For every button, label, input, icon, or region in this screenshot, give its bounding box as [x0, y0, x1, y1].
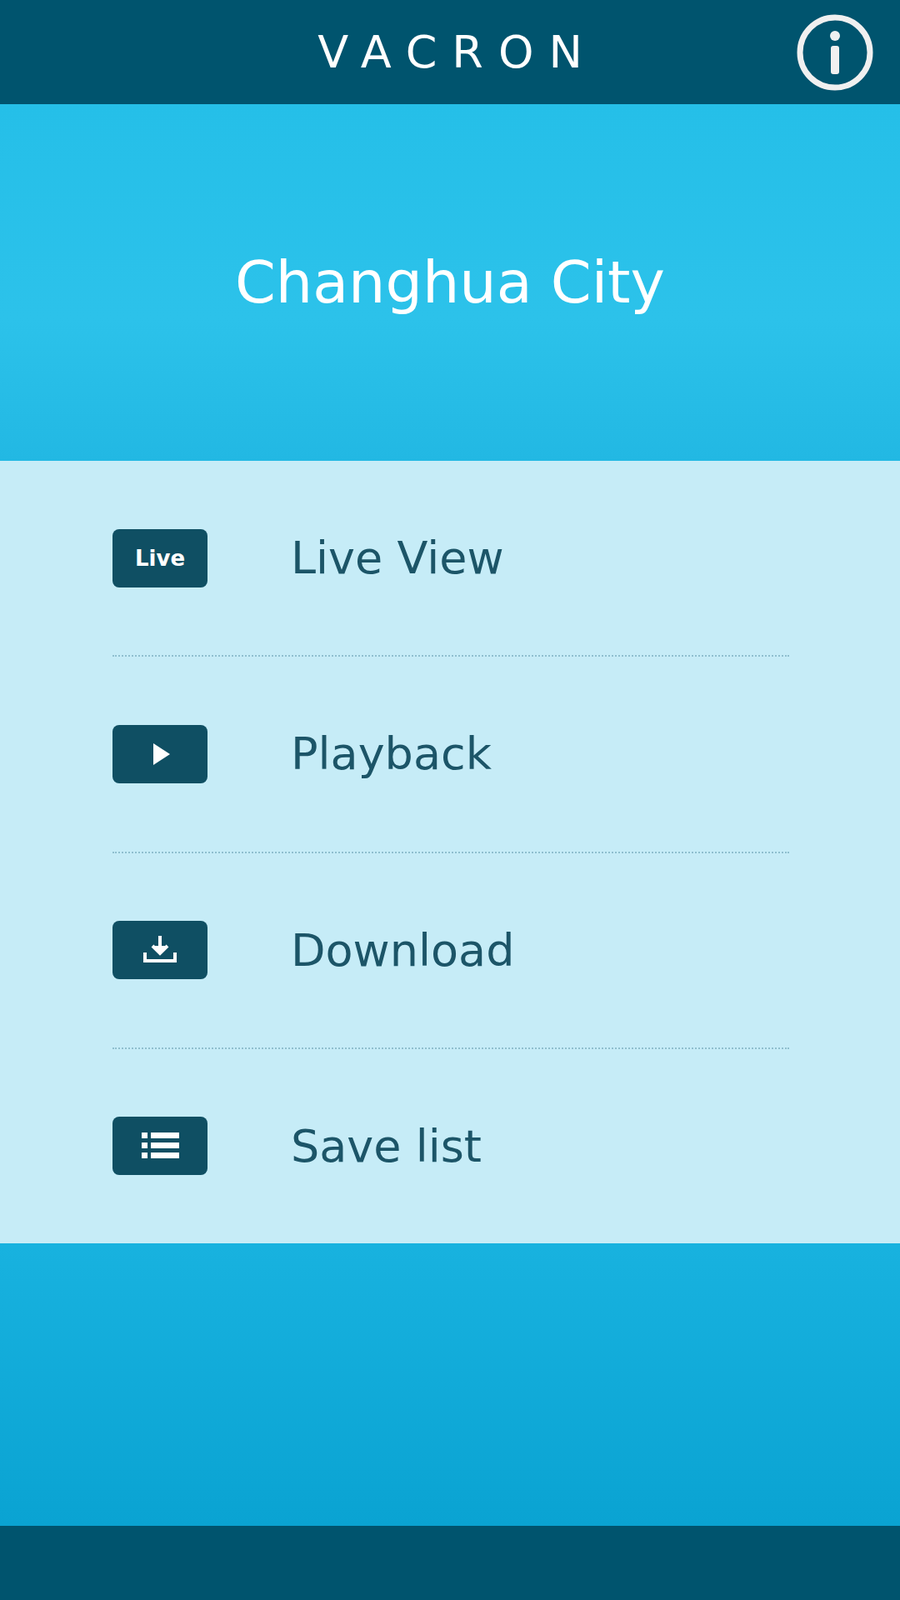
menu-label: Playback	[290, 727, 492, 780]
site-title: Changhua City	[218, 248, 682, 317]
download-icon	[112, 920, 208, 980]
menu-label: Save list	[290, 1120, 482, 1173]
footer-bar	[0, 1525, 900, 1600]
header-bar: VACRON	[0, 0, 900, 105]
hero-banner: Changhua City	[0, 104, 900, 461]
background-area	[0, 1243, 900, 1526]
live-icon: Live	[112, 529, 208, 588]
vacron-logo: VACRON	[302, 30, 598, 75]
list-icon	[112, 1116, 208, 1175]
info-icon	[795, 12, 875, 93]
app-screen: VACRON Changhua City Live Live View Playback…	[0, 0, 900, 1600]
menu-label: Live View	[290, 531, 505, 585]
menu-panel: Live Live View Playback Download Save list	[0, 460, 900, 1244]
menu-label: Download	[290, 924, 515, 977]
play-icon	[112, 725, 208, 784]
menu-item[interactable]: Playback	[112, 656, 790, 853]
menu-item[interactable]: Live Live View	[112, 460, 790, 657]
menu-item[interactable]: Save list	[112, 1049, 790, 1244]
menu-item[interactable]: Download	[112, 853, 790, 1050]
info-button[interactable]	[795, 12, 875, 93]
